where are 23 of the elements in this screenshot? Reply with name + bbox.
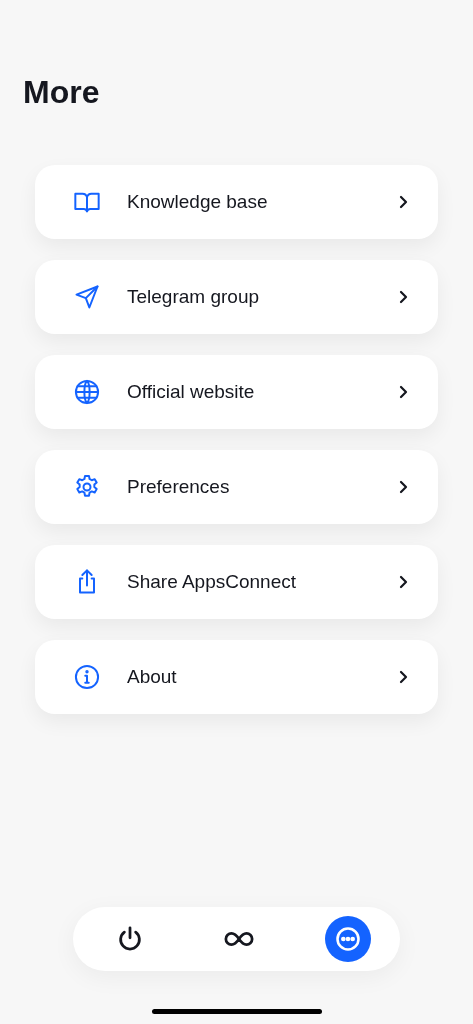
chevron-icon (398, 669, 408, 685)
menu-label: Share AppsConnect (127, 571, 297, 593)
menu-label: Knowledge base (127, 191, 269, 213)
menu-item[interactable]: About (35, 640, 438, 714)
chevron-icon (398, 289, 408, 305)
chevron-icon (398, 574, 408, 590)
menu-label: Official website (127, 381, 256, 403)
chevron-icon (398, 384, 408, 400)
menu-item[interactable]: Knowledge base (35, 165, 438, 239)
menu-label: About (127, 666, 178, 688)
menu-item[interactable]: Telegram group (35, 260, 438, 334)
paper-plane-icon (73, 283, 101, 311)
page-title: More (23, 74, 100, 111)
more-icon (334, 925, 362, 953)
globe-icon (73, 378, 101, 406)
menu-item[interactable]: Official website (35, 355, 438, 429)
chevron-icon (398, 479, 408, 495)
menu-item[interactable]: Preferences (35, 450, 438, 524)
chevron-icon (398, 194, 408, 210)
info-icon (73, 663, 101, 691)
menu-label: Preferences (127, 476, 231, 498)
menu-label: Telegram group (127, 286, 261, 308)
menu-item[interactable]: Share AppsConnect (35, 545, 438, 619)
